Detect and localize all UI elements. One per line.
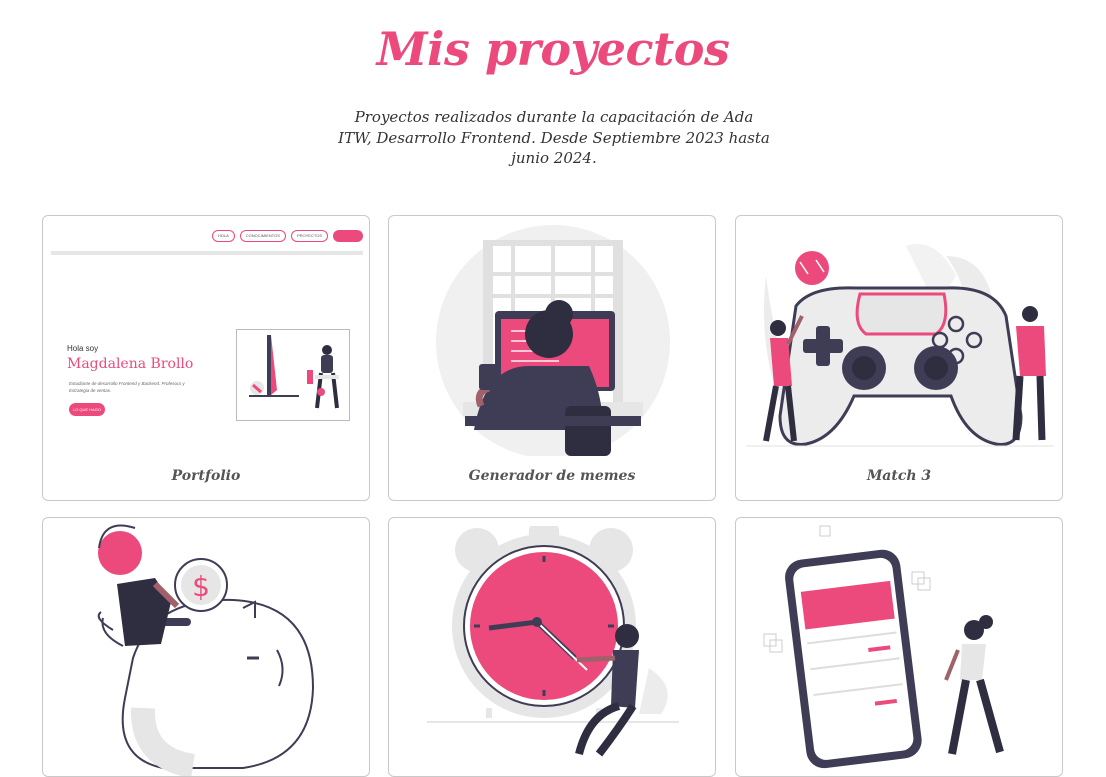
project-card-label: Generador de memes (468, 468, 636, 484)
mobile-phone-illustration (763, 525, 1004, 769)
game-controller-illustration (746, 244, 1054, 447)
project-card-match3[interactable]: Match 3 (735, 215, 1063, 501)
preview-illustration (236, 329, 350, 421)
alarm-clock-illustration (427, 526, 679, 757)
page-title: Mis proyectos (376, 22, 730, 76)
project-card-label: Match 3 (866, 468, 932, 484)
project-card-alarm-clock[interactable] (388, 517, 716, 777)
preview-name: Magdalena Brollo (67, 356, 194, 372)
preview-divider (51, 251, 363, 255)
preview-button: LO QUE HAGO (69, 403, 105, 416)
project-card-mobile[interactable] (735, 517, 1063, 777)
preview-nav-hola: HOLA (211, 230, 235, 242)
project-card-memes[interactable]: Generador de memes (388, 215, 716, 501)
preview-greeting: Hola soy (67, 344, 99, 353)
preview-description: Estudiante de desarrollo Frontend y Back… (69, 381, 185, 393)
portfolio-preview: HOLA CONOCIMIENTOS PROYECTOS Hola soy Ma… (51, 224, 363, 424)
preview-nav-proyectos: PROYECTOS (290, 230, 328, 242)
portfolio-preview-nav: HOLA CONOCIMIENTOS PROYECTOS (211, 230, 363, 242)
svg-text:$: $ (192, 570, 210, 603)
project-card-portfolio[interactable]: HOLA CONOCIMIENTOS PROYECTOS Hola soy Ma… (42, 215, 370, 501)
project-card-piggy-bank[interactable]: $ (42, 517, 370, 777)
project-card-label: Portfolio (171, 468, 241, 484)
person-at-computer-illustration (436, 225, 670, 456)
preview-nav-contact (333, 230, 363, 242)
piggy-bank-illustration: $ (97, 524, 315, 776)
intro-text: Proyectos realizados durante la capacita… (338, 108, 770, 167)
preview-nav-conocimientos: CONOCIMIENTOS (239, 230, 286, 242)
